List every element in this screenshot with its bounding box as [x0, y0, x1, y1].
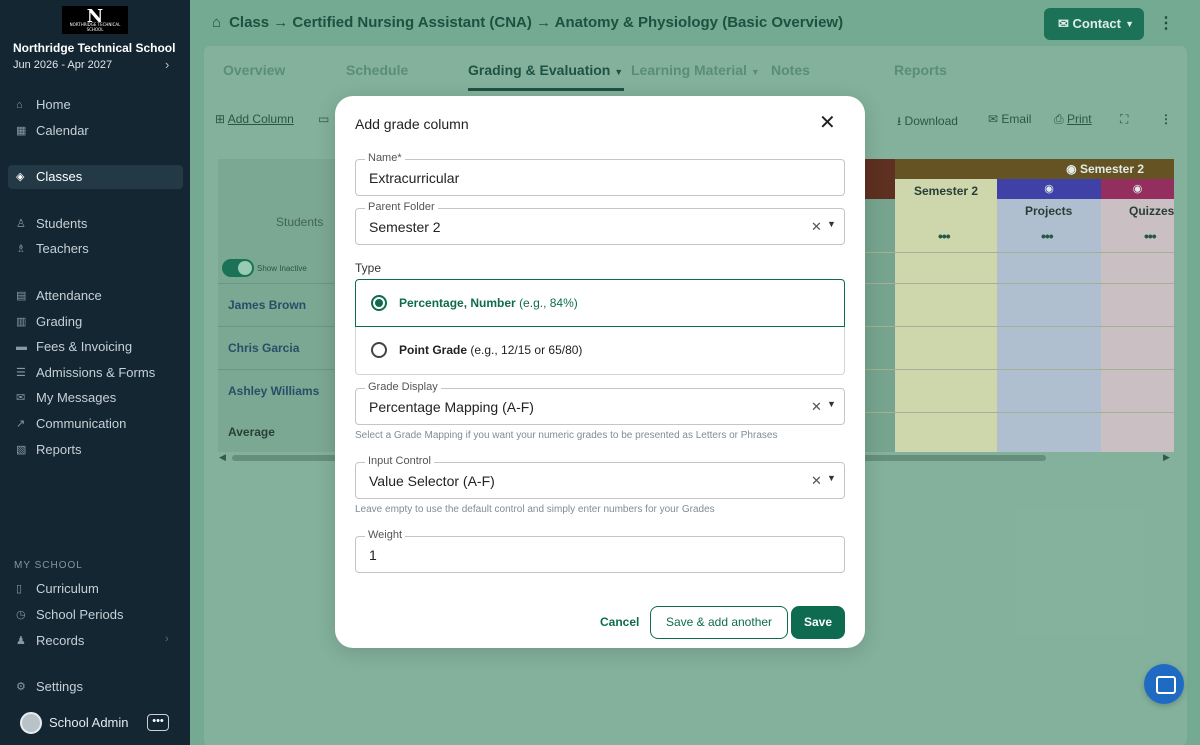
- type-option-point-grade[interactable]: Point Grade (e.g., 12/15 or 65/80): [355, 327, 845, 375]
- chevron-down-icon[interactable]: ▼: [827, 219, 836, 229]
- clock-icon: ◷: [16, 609, 26, 621]
- sidebar-item-calendar[interactable]: ▦ Calendar: [8, 119, 183, 143]
- name-field[interactable]: Name* Extracurricular: [355, 152, 845, 196]
- avatar: [20, 712, 42, 734]
- chevron-right-icon: ›: [165, 633, 169, 645]
- radio-selected-icon[interactable]: [371, 295, 387, 311]
- school-name: Northridge Technical School: [13, 41, 176, 55]
- close-icon[interactable]: ✕: [819, 110, 836, 135]
- save-button[interactable]: Save: [791, 606, 845, 639]
- dialog-title: Add grade column: [355, 116, 469, 132]
- chevron-down-icon[interactable]: ▼: [827, 473, 836, 483]
- user-icon: ♙: [16, 218, 26, 230]
- sidebar-item-reports[interactable]: ▧ Reports: [8, 438, 183, 462]
- input-control-label: Input Control: [365, 455, 434, 467]
- type-option-text: Point Grade (e.g., 12/15 or 65/80): [399, 343, 583, 357]
- sidebar-item-students[interactable]: ♙ Students: [8, 212, 183, 236]
- sidebar-item-teachers[interactable]: ♗ Teachers: [8, 237, 183, 261]
- forms-icon: ☰: [16, 367, 26, 379]
- grade-display-value: Percentage Mapping (A-F): [369, 399, 534, 415]
- sidebar-item-communication[interactable]: ↗ Communication: [8, 412, 183, 436]
- section-label-my-school: MY SCHOOL: [14, 560, 83, 571]
- home-icon: ⌂: [16, 99, 23, 111]
- sidebar-item-admissions[interactable]: ☰ Admissions & Forms: [8, 361, 183, 385]
- sidebar-item-attendance[interactable]: ▤ Attendance: [8, 284, 183, 308]
- clear-icon[interactable]: ✕: [811, 219, 822, 235]
- attendance-icon: ▤: [16, 290, 27, 302]
- radio-unselected-icon[interactable]: [371, 342, 387, 358]
- term-dates[interactable]: Jun 2026 - Apr 2027: [13, 59, 112, 71]
- sidebar-item-curriculum[interactable]: ▯ Curriculum: [8, 577, 183, 601]
- teacher-icon: ♗: [16, 243, 26, 255]
- graduation-cap-icon: ◈: [16, 171, 25, 183]
- user-name: School Admin: [49, 715, 129, 730]
- user-menu[interactable]: School Admin •••: [20, 712, 180, 734]
- type-option-text: Percentage, Number (e.g., 84%): [399, 296, 578, 310]
- weight-label: Weight: [365, 529, 406, 541]
- sidebar-item-records[interactable]: ♟ Records: [8, 629, 183, 653]
- send-icon: ↗: [16, 418, 26, 430]
- grading-icon: ▥: [16, 316, 27, 328]
- grade-display-hint: Select a Grade Mapping if you want your …: [355, 430, 778, 441]
- weight-field[interactable]: Weight 1: [355, 529, 845, 573]
- grade-display-select[interactable]: Grade Display Percentage Mapping (A-F) ✕…: [355, 381, 845, 425]
- mail-icon: ✉: [16, 392, 26, 404]
- input-control-select[interactable]: Input Control Value Selector (A-F) ✕ ▼: [355, 455, 845, 499]
- chevron-down-icon[interactable]: ▼: [827, 399, 836, 409]
- sidebar-item-grading[interactable]: ▥ Grading: [8, 310, 183, 334]
- input-control-value: Value Selector (A-F): [369, 473, 495, 489]
- weight-value: 1: [369, 547, 377, 563]
- sidebar-item-home[interactable]: ⌂ Home: [8, 93, 183, 117]
- records-icon: ♟: [16, 635, 26, 647]
- sidebar-item-settings[interactable]: ⚙ Settings: [8, 675, 183, 699]
- parent-folder-value: Semester 2: [369, 219, 441, 235]
- cancel-button[interactable]: Cancel: [600, 615, 639, 629]
- report-icon: ▧: [16, 444, 27, 456]
- name-field-value: Extracurricular: [369, 170, 460, 186]
- calendar-icon: ▦: [16, 125, 27, 137]
- book-icon: ▯: [16, 583, 23, 595]
- clear-icon[interactable]: ✕: [811, 399, 822, 415]
- more-options-icon[interactable]: •••: [147, 714, 169, 731]
- sidebar-item-messages[interactable]: ✉ My Messages: [8, 386, 183, 410]
- school-logo[interactable]: N NORTHRIDGE TECHNICAL SCHOOL: [62, 6, 128, 34]
- parent-folder-select[interactable]: Parent Folder Semester 2 ✕ ▼: [355, 201, 845, 245]
- type-label: Type: [355, 261, 382, 275]
- sidebar-item-classes[interactable]: ◈ Classes: [8, 165, 183, 189]
- type-option-percentage[interactable]: Percentage, Number (e.g., 84%): [355, 279, 845, 327]
- invoice-icon: ▬: [16, 341, 27, 353]
- chat-support-icon[interactable]: [1144, 664, 1184, 704]
- grade-display-label: Grade Display: [365, 381, 441, 393]
- chevron-right-icon[interactable]: ›: [165, 57, 169, 72]
- clear-icon[interactable]: ✕: [811, 473, 822, 489]
- parent-folder-label: Parent Folder: [365, 201, 438, 213]
- sidebar-item-school-periods[interactable]: ◷ School Periods: [8, 603, 183, 627]
- input-control-hint: Leave empty to use the default control a…: [355, 504, 715, 515]
- add-grade-column-dialog: Add grade column ✕ Name* Extracurricular…: [335, 96, 865, 648]
- gear-icon: ⚙: [16, 681, 26, 693]
- sidebar: N NORTHRIDGE TECHNICAL SCHOOL Northridge …: [0, 0, 190, 745]
- save-and-add-another-button[interactable]: Save & add another: [650, 606, 788, 639]
- sidebar-item-fees[interactable]: ▬ Fees & Invoicing: [8, 335, 183, 359]
- name-field-label: Name*: [365, 152, 405, 164]
